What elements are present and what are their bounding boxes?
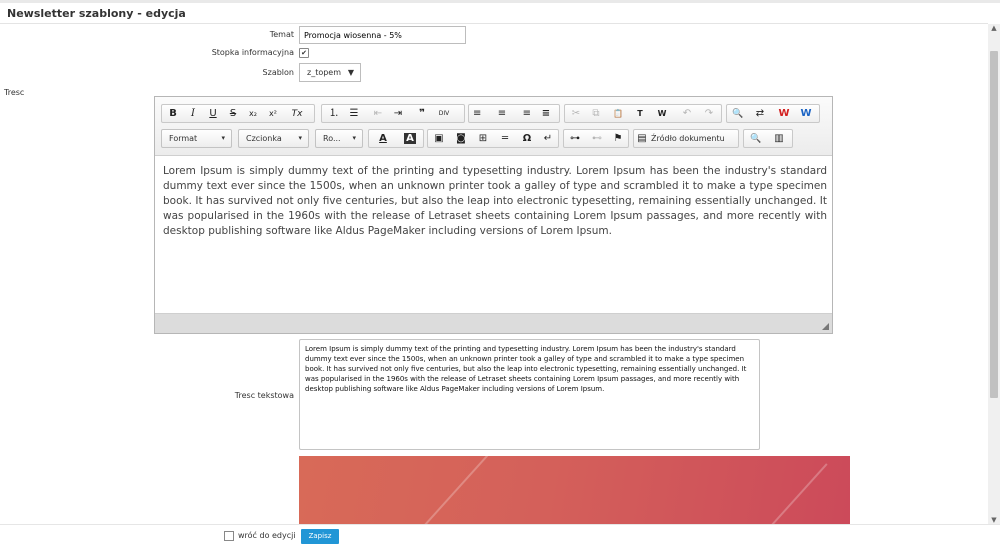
- szablon-label: Szablon: [262, 68, 294, 77]
- font-combo-label: Czcionka: [246, 134, 282, 143]
- editing-group: 🔍 ⇄ W W: [726, 104, 820, 123]
- basic-styles-group: B I U S x₂ x² Tx: [161, 104, 315, 123]
- page-scrollbar[interactable]: ▲ ▼: [988, 24, 1000, 524]
- scrollbar-thumb[interactable]: [990, 51, 998, 398]
- superscript-icon[interactable]: x²: [263, 106, 283, 122]
- title-divider: [0, 23, 988, 24]
- chevron-down-icon: ▾: [352, 134, 356, 142]
- template-preview-image: [299, 456, 850, 526]
- tresc-label: Tresc: [4, 88, 25, 97]
- align-center-icon[interactable]: ≡: [492, 106, 512, 122]
- document-icon: ▤: [637, 133, 647, 144]
- table-icon[interactable]: ⊞: [473, 131, 493, 147]
- document-group: 🔍 ▥: [743, 129, 793, 148]
- outdent-icon[interactable]: ⇤: [368, 106, 388, 122]
- scroll-up-icon[interactable]: ▲: [988, 24, 1000, 32]
- div-icon[interactable]: DIV: [434, 106, 454, 122]
- text-color-icon[interactable]: A: [370, 131, 396, 147]
- pagebreak-icon[interactable]: ↵: [538, 131, 558, 147]
- temat-input[interactable]: [299, 26, 466, 44]
- format-combo-label: Format: [169, 134, 198, 143]
- links-group: ⊶ ⊷ ⚑: [563, 129, 629, 148]
- banner-streak: [412, 456, 508, 526]
- top-border: [0, 0, 1000, 3]
- source-button-label: Źródło dokumentu: [651, 134, 725, 143]
- italic-icon[interactable]: I: [183, 106, 203, 122]
- templates-icon[interactable]: ▥: [769, 131, 789, 147]
- colors-group: A A: [368, 129, 424, 148]
- anchor-icon[interactable]: ⚑: [608, 131, 628, 147]
- banner-streak: [732, 463, 828, 526]
- back-to-edit-checkbox[interactable]: [224, 531, 234, 541]
- paste-icon[interactable]: 📋: [608, 106, 628, 122]
- numbered-list-icon[interactable]: ⒈: [324, 106, 344, 122]
- bullet-list-icon[interactable]: ☰: [344, 106, 364, 122]
- chevron-down-icon: ▼: [347, 68, 354, 77]
- align-left-icon[interactable]: ≡: [470, 106, 490, 122]
- paste-word-icon[interactable]: W: [652, 106, 672, 122]
- stopka-checkbox[interactable]: ✔: [299, 48, 309, 58]
- font-combo[interactable]: Czcionka ▾: [238, 129, 309, 148]
- replace-icon[interactable]: ⇄: [750, 106, 770, 122]
- resize-grip-icon[interactable]: [822, 323, 829, 330]
- strike-icon[interactable]: S: [223, 106, 243, 122]
- paste-text-icon[interactable]: T: [630, 106, 650, 122]
- horizontal-rule-icon[interactable]: ═: [495, 131, 515, 147]
- szablon-select[interactable]: z_topem ▼: [299, 63, 361, 82]
- paragraph-group: ⒈ ☰ ⇤ ⇥ ❞ DIV: [321, 104, 465, 123]
- size-combo-label: Ro...: [323, 134, 341, 143]
- preview-icon[interactable]: 🔍: [746, 131, 766, 147]
- form-footer: wróć do edycji Zapisz: [0, 524, 1000, 548]
- subscript-icon[interactable]: x₂: [243, 106, 263, 122]
- spellcheck-icon[interactable]: W: [774, 106, 794, 122]
- temat-label: Temat: [269, 30, 294, 39]
- underline-icon[interactable]: U: [203, 106, 223, 122]
- editor-toolbar: B I U S x₂ x² Tx ⒈ ☰ ⇤ ⇥ ❞ DIV ≡ ≡ ≡ ≡ ✂…: [155, 97, 832, 156]
- image-icon[interactable]: ▣: [429, 131, 449, 147]
- scroll-down-icon[interactable]: ▼: [988, 516, 1000, 524]
- indent-icon[interactable]: ⇥: [388, 106, 408, 122]
- tresc-tekstowa-label: Tresc tekstowa: [234, 391, 294, 400]
- source-button[interactable]: ▤ Źródło dokumentu: [633, 129, 739, 148]
- remove-format-icon[interactable]: Tx: [287, 106, 307, 122]
- save-button[interactable]: Zapisz: [301, 529, 339, 544]
- blockquote-icon[interactable]: ❞: [412, 106, 432, 122]
- page-title: Newsletter szablony - edycja: [7, 7, 186, 20]
- bg-color-icon[interactable]: A: [397, 131, 423, 147]
- chevron-down-icon: ▾: [298, 134, 302, 142]
- copy-icon[interactable]: ⧉: [586, 106, 606, 122]
- undo-icon[interactable]: ↶: [677, 106, 697, 122]
- redo-icon[interactable]: ↷: [699, 106, 719, 122]
- chevron-down-icon: ▾: [221, 134, 225, 142]
- editor-content[interactable]: Lorem Ipsum is simply dummy text of the …: [163, 164, 827, 239]
- special-char-icon[interactable]: Ω: [517, 131, 537, 147]
- editor-statusbar: [155, 313, 832, 333]
- cut-icon[interactable]: ✂: [566, 106, 586, 122]
- rich-text-editor: B I U S x₂ x² Tx ⒈ ☰ ⇤ ⇥ ❞ DIV ≡ ≡ ≡ ≡ ✂…: [154, 96, 833, 334]
- bg-color-glyph: A: [404, 133, 416, 144]
- unlink-icon[interactable]: ⊷: [587, 131, 607, 147]
- back-to-edit-label: wróć do edycji: [238, 531, 296, 540]
- size-combo[interactable]: Ro... ▾: [315, 129, 363, 148]
- bold-icon[interactable]: B: [163, 106, 183, 122]
- stopka-label: Stopka informacyjna: [211, 48, 294, 57]
- align-right-icon[interactable]: ≡: [514, 106, 534, 122]
- plain-text-textarea[interactable]: Lorem Ipsum is simply dummy text of the …: [299, 339, 760, 450]
- clipboard-group: ✂ ⧉ 📋 T W ↶ ↷: [564, 104, 722, 123]
- szablon-select-value: z_topem: [307, 68, 342, 77]
- justify-icon[interactable]: ≡: [536, 106, 556, 122]
- insert-group: ▣ ◙ ⊞ ═ Ω ↵: [427, 129, 559, 148]
- link-icon[interactable]: ⊶: [565, 131, 585, 147]
- format-combo[interactable]: Format ▾: [161, 129, 232, 148]
- scayt-icon[interactable]: W: [796, 106, 816, 122]
- flash-icon[interactable]: ◙: [451, 131, 471, 147]
- alignment-group: ≡ ≡ ≡ ≡: [468, 104, 560, 123]
- find-icon[interactable]: 🔍: [728, 106, 748, 122]
